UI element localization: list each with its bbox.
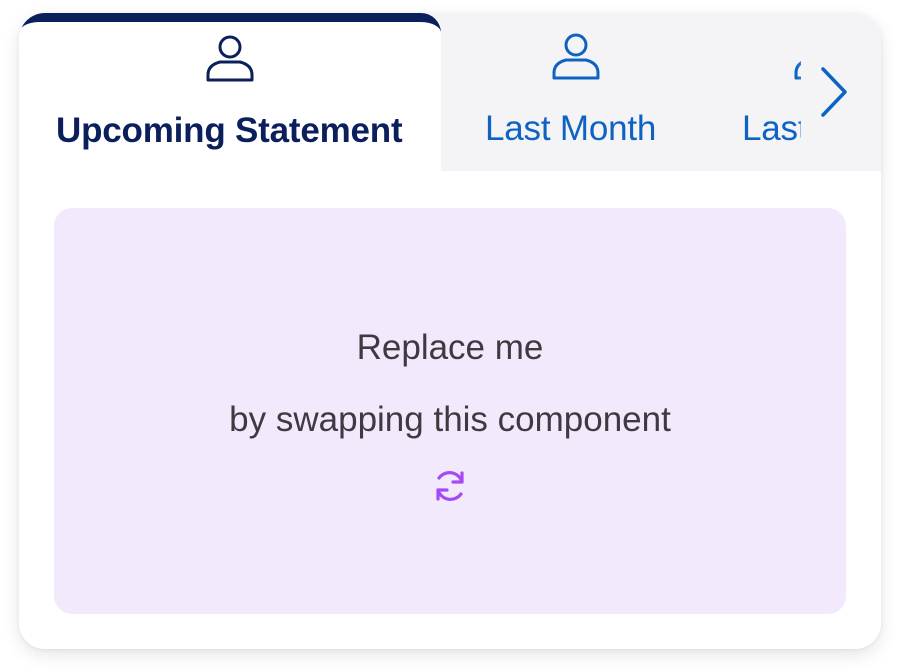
scroll-tabs-right-button[interactable] xyxy=(809,61,859,123)
placeholder-component: Replace me by swapping this component xyxy=(54,208,846,614)
placeholder-title: Replace me xyxy=(356,328,544,367)
person-icon xyxy=(552,33,600,80)
tab-label: Upcoming Statement xyxy=(56,111,403,150)
tab-label: Last Month xyxy=(485,109,657,148)
tab-last-month[interactable]: Last Month xyxy=(441,13,711,171)
tab-last[interactable]: Last xyxy=(711,13,801,171)
tab-bar: Upcoming Statement Last Month Last xyxy=(19,13,881,175)
placeholder-subtitle: by swapping this component xyxy=(229,400,671,439)
statement-card: Upcoming Statement Last Month Last Repla xyxy=(19,13,881,649)
tab-label: Last xyxy=(742,109,801,148)
person-icon xyxy=(206,35,254,82)
refresh-icon[interactable] xyxy=(431,467,469,505)
chevron-right-icon xyxy=(821,67,847,117)
tab-panel: Replace me by swapping this component xyxy=(19,171,881,649)
tab-upcoming-statement[interactable]: Upcoming Statement xyxy=(19,13,441,175)
